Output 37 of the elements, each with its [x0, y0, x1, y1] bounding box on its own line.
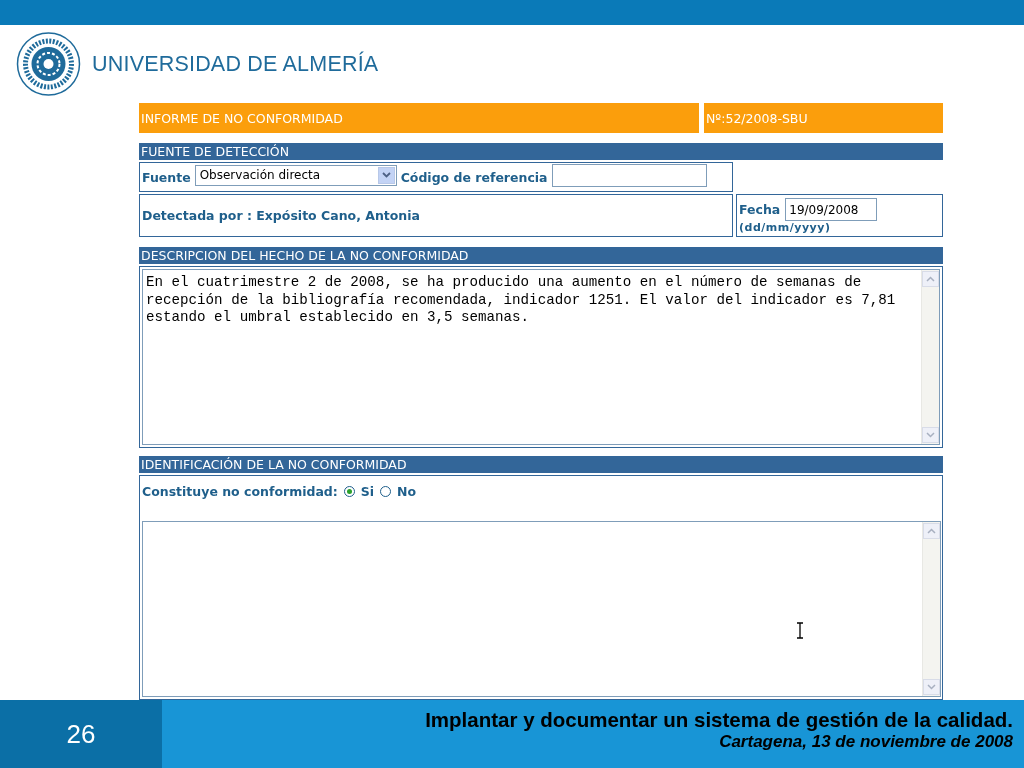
presentation-title: Implantar y documentar un sistema de gestión de la calidad. — [425, 708, 1013, 732]
detected-by-text: Detectada por : Expósito Cano, Antonia — [142, 208, 420, 223]
scroll-down-button[interactable] — [922, 427, 939, 443]
university-seal-icon — [15, 31, 82, 97]
scrollbar[interactable] — [921, 270, 939, 444]
caret-down-icon — [927, 684, 936, 690]
caret-down-icon — [926, 432, 935, 438]
form-title: INFORME DE NO CONFORMIDAD — [139, 103, 699, 133]
section-header: IDENTIFICACIÓN DE LA NO CONFORMIDAD — [139, 456, 943, 473]
scroll-up-button[interactable] — [923, 523, 940, 539]
caret-up-icon — [927, 528, 936, 534]
input-field[interactable] — [551, 163, 707, 187]
text-area[interactable] — [142, 521, 941, 697]
scroll-down-button[interactable] — [923, 679, 940, 695]
radio-button[interactable] — [380, 485, 392, 497]
scroll-up-button[interactable] — [922, 271, 939, 287]
radio-button[interactable] — [343, 485, 355, 497]
university-name: UNIVERSIDAD DE ALMERÍA — [92, 51, 379, 77]
radio-label[interactable]: No — [397, 483, 417, 499]
date-format-hint: (dd/mm/yyyy) — [739, 221, 832, 234]
caret-up-icon — [926, 276, 935, 282]
text-area[interactable]: En el cuatrimestre 2 de 2008, se ha producido una aumento en el número de semanas de recepción de la bibliografía recomendada, indicador 1251. El valor del indicador es 7,81 estando el umbral establecido en 3,5 semanas. — [142, 269, 940, 445]
page-number: 26 — [66, 718, 96, 750]
presentation-subtitle: Cartagena, 13 de noviembre de 2008 — [719, 732, 1013, 752]
section-header: FUENTE DE DETECCIÓN — [139, 143, 943, 160]
caret-icon — [381, 172, 391, 178]
text-cursor-icon — [796, 622, 804, 639]
scrollbar[interactable] — [922, 522, 940, 696]
report-number: Nº:52/2008-SBU — [704, 103, 943, 133]
field-label: Fuente — [142, 169, 191, 185]
question-label: Constituye no conformidad: — [142, 483, 338, 499]
field-label: Código de referencia — [400, 169, 548, 185]
date-field[interactable]: 19/09/2008 — [785, 198, 878, 221]
field-label: Fecha — [739, 202, 781, 217]
dropdown[interactable]: Observación directa — [194, 164, 397, 186]
radio-label[interactable]: Si — [360, 483, 375, 499]
section-header: DESCRIPCION DEL HECHO DE LA NO CONFORMIDAD — [139, 247, 943, 264]
